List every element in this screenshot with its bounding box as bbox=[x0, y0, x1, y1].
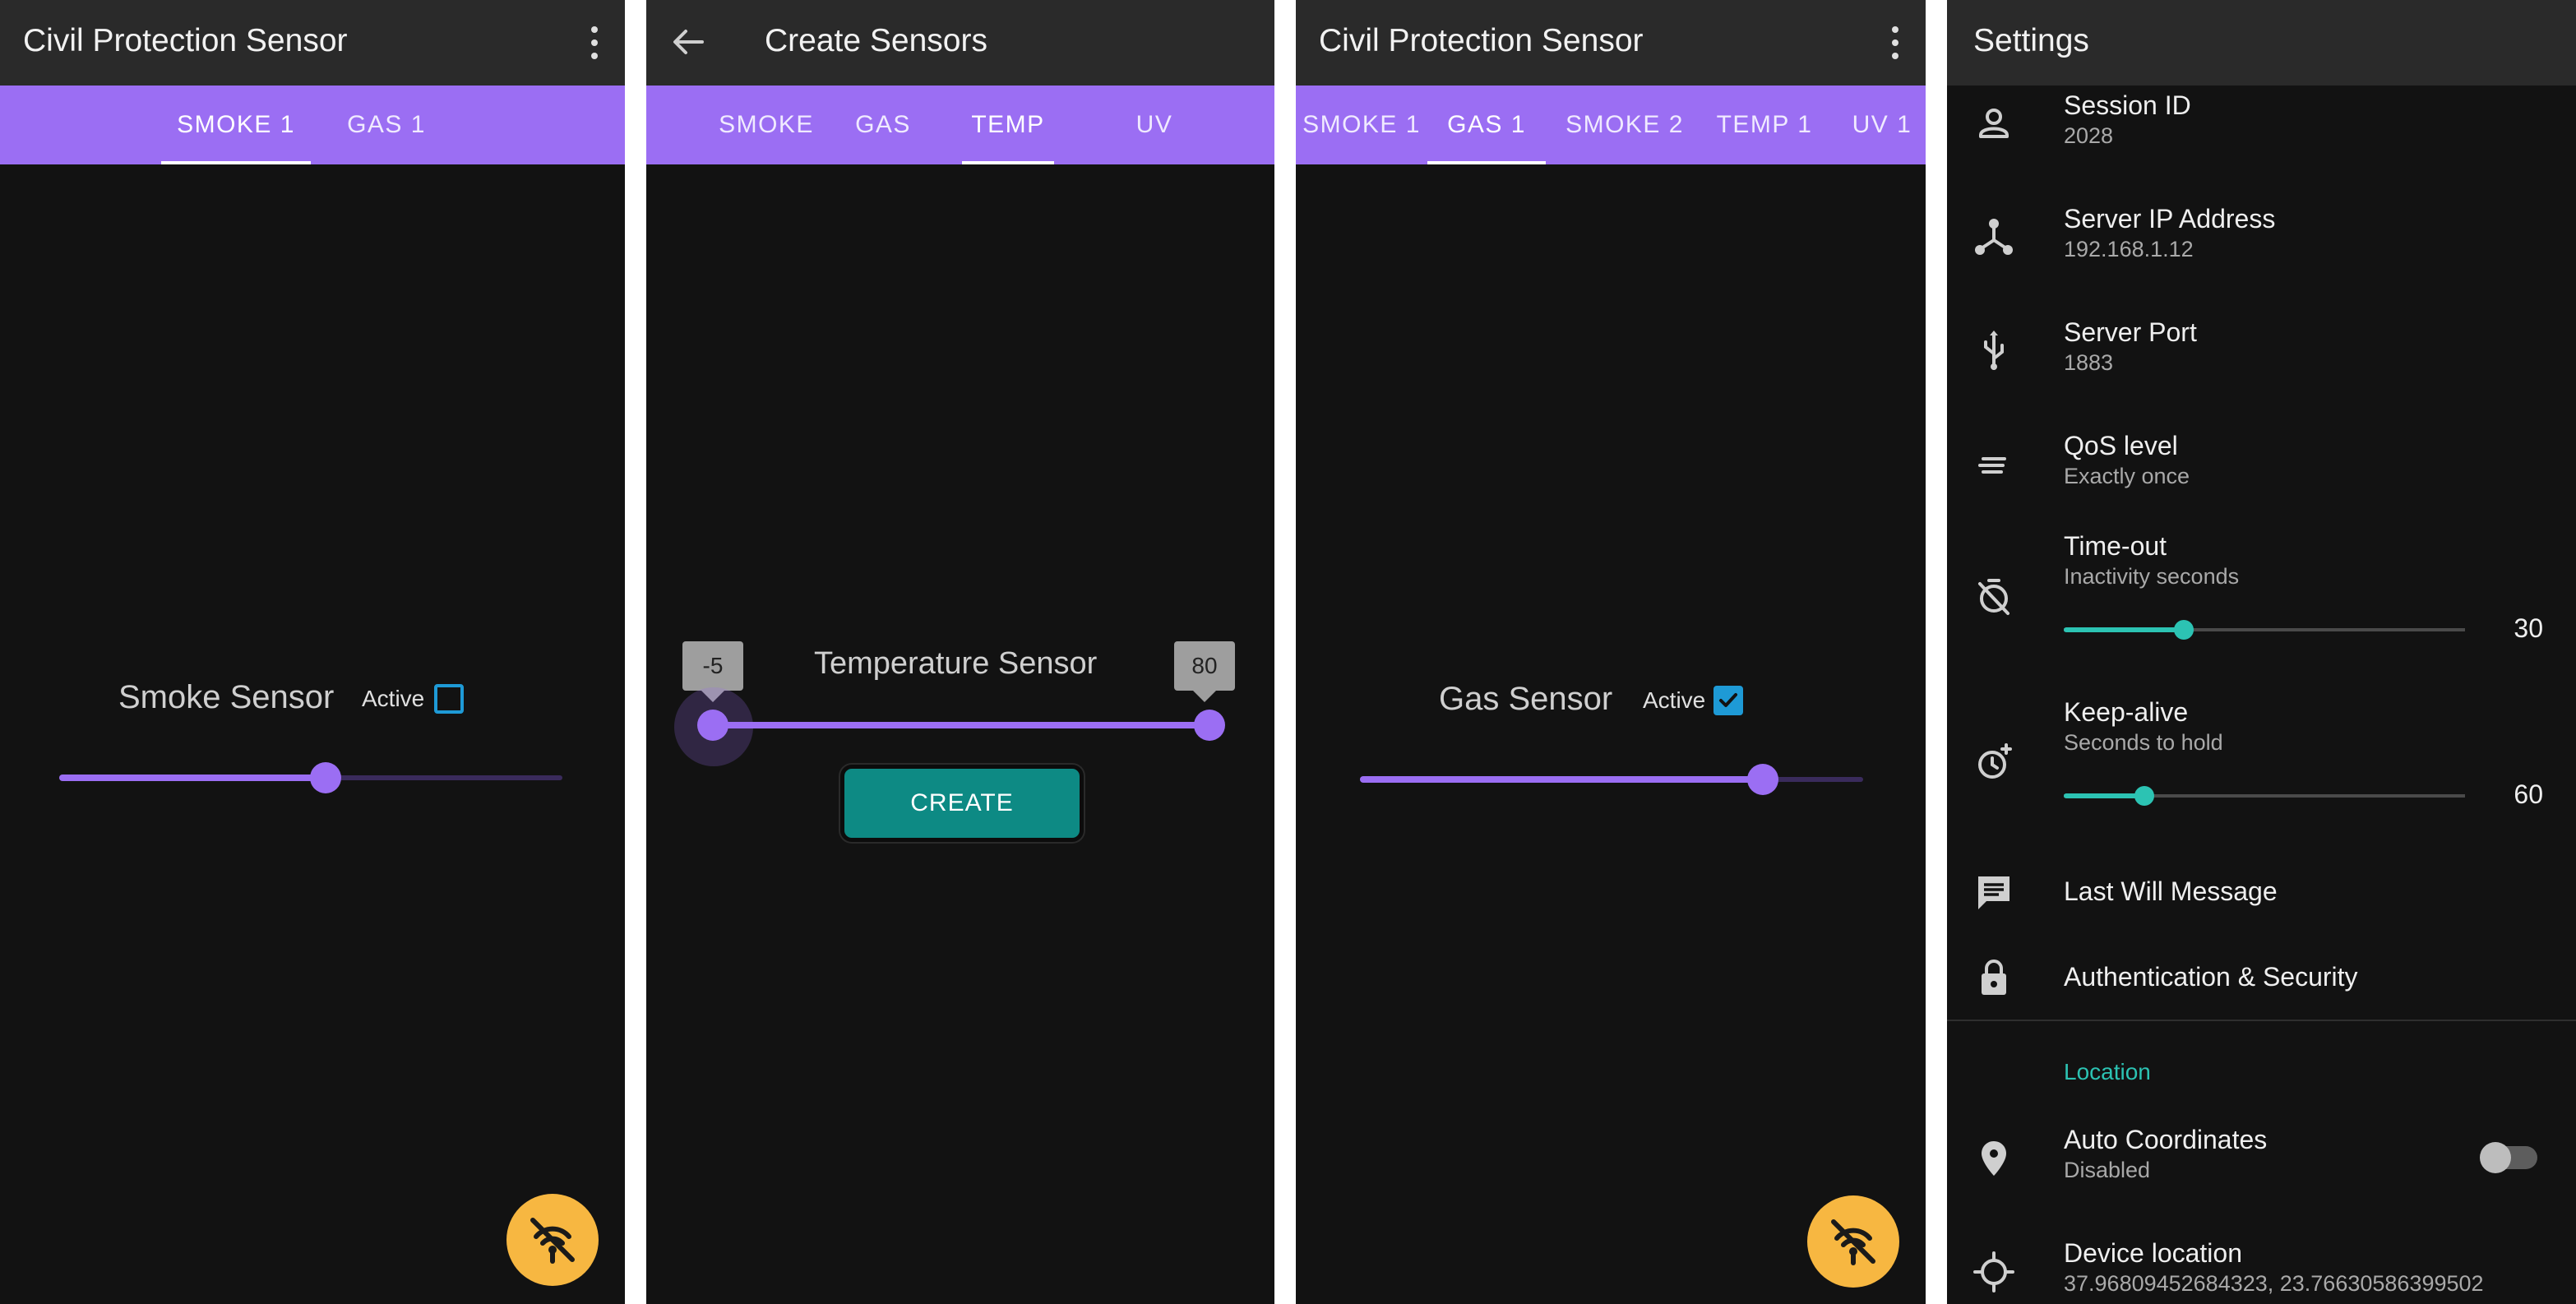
app-bar: Civil Protection Sensor bbox=[1296, 0, 1926, 86]
sensor-type-tabs: SMOKE GAS TEMP UV bbox=[646, 86, 1274, 164]
tab-temp-1[interactable]: TEMP 1 bbox=[1707, 86, 1822, 164]
signal-off-icon bbox=[530, 1218, 575, 1264]
keepalive-slider-fill bbox=[2064, 793, 2144, 798]
range-slider-fill bbox=[714, 722, 1210, 728]
tab-temp[interactable]: TEMP bbox=[962, 86, 1054, 164]
short-text-icon bbox=[1978, 457, 2006, 474]
gas-sensor-screen: Civil Protection Sensor SMOKE 1 GAS 1 SM… bbox=[1296, 0, 1926, 1304]
auth-row[interactable]: Authentication & Security bbox=[1947, 944, 2576, 1010]
auto-coordinates-row[interactable]: Auto Coordinates Disabled bbox=[1947, 1118, 2576, 1225]
switch-thumb bbox=[2480, 1142, 2511, 1173]
message-icon bbox=[1978, 876, 2009, 909]
server-port-row[interactable]: Server Port 1883 bbox=[1947, 312, 2576, 419]
last-will-row[interactable]: Last Will Message bbox=[1947, 858, 2576, 924]
slider-fill bbox=[1360, 776, 1763, 783]
active-checkbox[interactable] bbox=[434, 684, 464, 714]
timeout-label: Time-out bbox=[2064, 531, 2167, 561]
app-title: Civil Protection Sensor bbox=[1319, 23, 1644, 58]
server-ip-label: Server IP Address bbox=[2064, 204, 2276, 234]
session-id-label: Session ID bbox=[2064, 90, 2191, 120]
range-max-thumb[interactable] bbox=[1194, 710, 1225, 741]
keepalive-value: 60 bbox=[2514, 779, 2543, 809]
auto-coordinates-value: Disabled bbox=[2064, 1158, 2151, 1182]
create-sensors-screen: Create Sensors SMOKE GAS TEMP UV Tempera… bbox=[646, 0, 1274, 1304]
auto-coordinates-label: Auto Coordinates bbox=[2064, 1125, 2268, 1154]
app-bar: Create Sensors bbox=[646, 0, 1274, 86]
gps-crosshair-icon bbox=[1973, 1251, 2014, 1292]
smoke-sensor-screen: Civil Protection Sensor SMOKE 1 GAS 1 Sm… bbox=[0, 0, 625, 1304]
usb-icon bbox=[1984, 331, 2004, 370]
keepalive-label: Keep-alive bbox=[2064, 697, 2189, 727]
connection-fab[interactable] bbox=[506, 1194, 599, 1286]
tab-uv-1[interactable]: UV 1 bbox=[1838, 86, 1926, 164]
location-header: Location bbox=[2064, 1059, 2151, 1084]
app-bar: Settings bbox=[1947, 0, 2576, 86]
active-label: Active bbox=[362, 686, 425, 711]
qos-row[interactable]: QoS level Exactly once bbox=[1947, 426, 2576, 533]
sensor-tabs: SMOKE 1 GAS 1 bbox=[0, 86, 625, 164]
location-pin-icon bbox=[1982, 1141, 2006, 1176]
timeout-slider-thumb[interactable] bbox=[2174, 620, 2194, 640]
value-slider-thumb[interactable] bbox=[310, 762, 341, 793]
overflow-menu-icon[interactable] bbox=[589, 26, 600, 59]
check-icon bbox=[1719, 693, 1737, 707]
hub-icon bbox=[1975, 219, 2013, 255]
slider-fill bbox=[59, 775, 326, 781]
alarm-add-icon bbox=[1978, 743, 2012, 779]
tab-smoke-1[interactable]: SMOKE 1 bbox=[161, 86, 311, 164]
sensor-tabs: SMOKE 1 GAS 1 SMOKE 2 TEMP 1 UV 1 bbox=[1296, 86, 1926, 164]
overflow-menu-icon[interactable] bbox=[1889, 26, 1901, 59]
session-id-value: 2028 bbox=[2064, 123, 2114, 148]
tab-smoke[interactable]: SMOKE bbox=[715, 86, 817, 164]
qos-label: QoS level bbox=[2064, 431, 2178, 460]
sensor-label: Gas Sensor bbox=[1439, 681, 1613, 717]
sensor-label: Smoke Sensor bbox=[118, 679, 335, 715]
range-min-thumb[interactable] bbox=[697, 710, 728, 741]
range-min-value: -5 bbox=[682, 641, 743, 702]
app-title: Civil Protection Sensor bbox=[23, 23, 348, 58]
server-ip-value: 192.168.1.12 bbox=[2064, 237, 2194, 261]
lock-icon bbox=[1982, 960, 2006, 995]
app-bar: Civil Protection Sensor bbox=[0, 0, 625, 86]
auth-label: Authentication & Security bbox=[2064, 962, 2358, 992]
keepalive-slider-thumb[interactable] bbox=[2134, 786, 2154, 806]
active-checkbox[interactable] bbox=[1713, 686, 1743, 715]
keepalive-sub: Seconds to hold bbox=[2064, 730, 2223, 755]
server-ip-row[interactable]: Server IP Address 192.168.1.12 bbox=[1947, 199, 2576, 306]
timeout-value: 30 bbox=[2514, 613, 2543, 643]
tab-smoke-2[interactable]: SMOKE 2 bbox=[1564, 86, 1686, 164]
value-slider-thumb[interactable] bbox=[1747, 764, 1778, 795]
tab-gas-1[interactable]: GAS 1 bbox=[1427, 86, 1546, 164]
back-arrow-icon[interactable] bbox=[669, 23, 707, 61]
device-location-label: Device location bbox=[2064, 1238, 2242, 1268]
active-label: Active bbox=[1643, 687, 1706, 713]
tab-uv[interactable]: UV bbox=[1103, 86, 1205, 164]
tab-smoke-1[interactable]: SMOKE 1 bbox=[1296, 86, 1427, 164]
settings-title: Settings bbox=[1973, 23, 2089, 58]
range-max-value: 80 bbox=[1174, 641, 1235, 702]
signal-off-icon bbox=[1831, 1219, 1875, 1265]
session-id-row[interactable]: Session ID 2028 bbox=[1947, 86, 2576, 192]
timer-off-icon bbox=[1978, 579, 2009, 615]
qos-value: Exactly once bbox=[2064, 464, 2190, 488]
server-port-value: 1883 bbox=[2064, 350, 2114, 375]
section-divider bbox=[1947, 1020, 2576, 1021]
person-icon bbox=[1979, 109, 2009, 138]
settings-screen: Settings Session ID 2028 Server IP Addre… bbox=[1947, 0, 2576, 1304]
last-will-label: Last Will Message bbox=[2064, 876, 2278, 906]
tab-gas[interactable]: GAS bbox=[844, 86, 923, 164]
device-location-row[interactable]: Device location 37.96809452684323, 23.76… bbox=[1947, 1232, 2576, 1304]
tab-gas-1[interactable]: GAS 1 bbox=[337, 86, 436, 164]
screen-title: Create Sensors bbox=[765, 23, 987, 58]
connection-fab[interactable] bbox=[1807, 1195, 1899, 1288]
timeout-sub: Inactivity seconds bbox=[2064, 564, 2240, 589]
create-button[interactable]: CREATE bbox=[840, 765, 1084, 842]
sensor-label: Temperature Sensor bbox=[814, 646, 1098, 681]
timeout-slider-fill bbox=[2064, 627, 2184, 632]
timeout-row: Time-out Inactivity seconds 30 bbox=[1947, 526, 2576, 674]
keepalive-row: Keep-alive Seconds to hold 60 bbox=[1947, 692, 2576, 840]
server-port-label: Server Port bbox=[2064, 317, 2197, 347]
device-location-value: 37.96809452684323, 23.76630586399502 bbox=[2064, 1271, 2484, 1296]
